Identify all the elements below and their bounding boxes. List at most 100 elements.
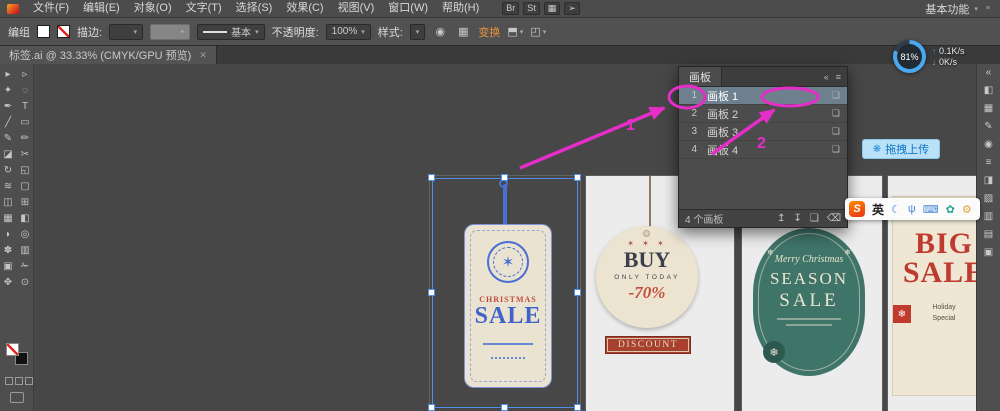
menu-item[interactable]: 对象(O) bbox=[127, 0, 179, 17]
fill-color-swatch[interactable] bbox=[37, 25, 50, 38]
skin-icon[interactable]: ✿ bbox=[946, 203, 955, 216]
artboard-tool[interactable]: ▣ bbox=[0, 258, 17, 274]
menu-item[interactable]: 选择(S) bbox=[229, 0, 280, 17]
artboards-panel-tab[interactable]: 画板 bbox=[679, 67, 722, 86]
artboard-page-icon[interactable]: ❏ bbox=[832, 144, 840, 155]
shape-builder-tool[interactable]: ◫ bbox=[0, 194, 17, 210]
selection-handle[interactable] bbox=[574, 404, 581, 411]
lasso-tool[interactable]: ◌ bbox=[17, 82, 34, 98]
keyboard-icon[interactable]: ⌨ bbox=[923, 203, 939, 216]
blend-tool[interactable]: ◎ bbox=[17, 226, 34, 242]
menu-item[interactable]: 文字(T) bbox=[179, 0, 229, 17]
artboard-row-name[interactable]: 画板 1 bbox=[707, 88, 832, 104]
pencil-tool[interactable]: ✏ bbox=[17, 130, 34, 146]
画板 4[interactable]: 4 画板 4 ❏ bbox=[679, 141, 847, 159]
collapse-panel-icon[interactable]: « bbox=[824, 72, 829, 82]
align-icon[interactable]: ⬒▾ bbox=[507, 24, 523, 40]
selection-handle[interactable] bbox=[501, 404, 508, 411]
zoom-tool[interactable]: ⊙ bbox=[17, 274, 34, 290]
sogou-logo-icon[interactable]: S bbox=[849, 201, 865, 217]
eraser-tool[interactable]: ◪ bbox=[0, 146, 17, 162]
artboard-page-icon[interactable]: ❏ bbox=[832, 126, 840, 137]
stroke-width-dropdown[interactable]: ▾ bbox=[109, 24, 143, 40]
direct-selection-tool[interactable]: ▹ bbox=[17, 66, 34, 82]
style-dropdown[interactable]: ▾ bbox=[410, 24, 426, 40]
artboards-panel-icon[interactable]: ▣ bbox=[984, 247, 993, 258]
scale-tool[interactable]: ◱ bbox=[17, 162, 34, 178]
画板 2[interactable]: 2 画板 2 ❏ bbox=[679, 105, 847, 123]
selection-handle[interactable] bbox=[428, 289, 435, 296]
rotate-tool[interactable]: ↻ bbox=[0, 162, 17, 178]
tag2-discount-ribbon[interactable]: DISCOUNT bbox=[605, 336, 691, 354]
scissors-tool[interactable]: ✂ bbox=[17, 146, 34, 162]
share-icon[interactable]: ➢ bbox=[564, 2, 580, 15]
brush-definition-dropdown[interactable]: 基本 ▾ bbox=[197, 24, 265, 40]
line-segment-tool[interactable]: ╱ bbox=[0, 114, 17, 130]
arrange-documents-icon[interactable]: ▦ bbox=[544, 2, 561, 15]
variable-width-dropdown[interactable]: ▾ bbox=[150, 24, 190, 40]
selection-handle[interactable] bbox=[574, 289, 581, 296]
color-panel-icon[interactable]: ◧ bbox=[984, 85, 993, 96]
width-tool[interactable]: ≋ bbox=[0, 178, 17, 194]
none-button[interactable] bbox=[25, 377, 33, 385]
layers-panel-icon[interactable]: ▤ bbox=[984, 229, 993, 240]
stroke-color-swatch[interactable] bbox=[57, 25, 70, 38]
column-graph-tool[interactable]: ▥ bbox=[17, 242, 34, 258]
stock-button[interactable]: St bbox=[523, 2, 540, 15]
collapse-panels-icon[interactable]: « bbox=[986, 67, 992, 78]
artboard-row-name[interactable]: 画板 2 bbox=[707, 106, 832, 122]
selection-handle[interactable] bbox=[428, 174, 435, 181]
symbols-panel-icon[interactable]: ◉ bbox=[984, 139, 993, 150]
画板 3[interactable]: 3 画板 3 ❏ bbox=[679, 123, 847, 141]
gradient-panel-icon[interactable]: ◨ bbox=[984, 175, 993, 186]
artboard-page-icon[interactable]: ❏ bbox=[832, 108, 840, 119]
mic-icon[interactable]: ψ bbox=[908, 203, 916, 215]
recolor-artwork-icon[interactable]: ◉ bbox=[432, 24, 448, 40]
magic-wand-tool[interactable]: ✦ bbox=[0, 82, 17, 98]
toolbox-icon[interactable]: ⚙ bbox=[962, 203, 972, 216]
mesh-tool[interactable]: ▦ bbox=[0, 210, 17, 226]
artboard-row-name[interactable]: 画板 3 bbox=[707, 124, 832, 140]
isolate-icon[interactable]: ◰▾ bbox=[530, 24, 546, 40]
panel-menu-icon[interactable]: ≡ bbox=[986, 5, 990, 12]
menu-item[interactable]: 效果(C) bbox=[279, 0, 330, 17]
delete-artboard-icon[interactable]: ⌫ bbox=[827, 213, 841, 224]
menu-item[interactable]: 文件(F) bbox=[26, 0, 76, 17]
artboard-page-icon[interactable]: ❏ bbox=[832, 90, 840, 101]
pen-tool[interactable]: ✒ bbox=[0, 98, 17, 114]
type-tool[interactable]: T bbox=[17, 98, 34, 114]
gradient-button[interactable] bbox=[15, 377, 23, 385]
画板 1[interactable]: 1 画板 1 ❏ bbox=[679, 87, 847, 105]
selection-handle[interactable] bbox=[574, 174, 581, 181]
document-tab[interactable]: 标签.ai @ 33.33% (CMYK/GPU 预览) ✕ bbox=[0, 46, 217, 64]
close-icon[interactable]: ✕ bbox=[199, 50, 207, 61]
night-mode-icon[interactable]: ☾ bbox=[891, 203, 901, 216]
gradient-tool[interactable]: ◧ bbox=[17, 210, 34, 226]
swatches-panel-icon[interactable]: ▦ bbox=[984, 103, 993, 114]
tag3-artwork[interactable]: ❄ ❄ Merry Christmas SEASON SALE ❄ bbox=[753, 228, 865, 376]
transparency-panel-icon[interactable]: ▨ bbox=[984, 193, 993, 204]
move-up-icon[interactable]: ↥ bbox=[777, 213, 785, 224]
fill-stroke-swatches[interactable] bbox=[6, 343, 28, 365]
opacity-dropdown[interactable]: 100% ▾ bbox=[326, 24, 371, 40]
perspective-grid-tool[interactable]: ⊞ bbox=[17, 194, 34, 210]
menu-item[interactable]: 窗口(W) bbox=[381, 0, 435, 17]
menu-item[interactable]: 视图(V) bbox=[331, 0, 382, 17]
workspace-switcher[interactable]: 基本功能 ▾ bbox=[925, 1, 978, 17]
document-setup-icon[interactable]: ▦ bbox=[455, 24, 471, 40]
rectangle-tool[interactable]: ▭ bbox=[17, 114, 34, 130]
hand-tool[interactable]: ✥ bbox=[0, 274, 17, 290]
fill-swatch[interactable] bbox=[6, 343, 19, 356]
stroke-panel-icon[interactable]: ≡ bbox=[986, 157, 992, 168]
ime-language-toggle[interactable]: 英 bbox=[872, 201, 884, 218]
bridge-button[interactable]: Br bbox=[502, 2, 519, 15]
paintbrush-tool[interactable]: ✎ bbox=[0, 130, 17, 146]
tag2-artwork[interactable]: ✶ ✶ ✶ BUY ONLY TODAY -70% bbox=[596, 226, 698, 328]
slice-tool[interactable]: ✁ bbox=[17, 258, 34, 274]
color-button[interactable] bbox=[5, 377, 13, 385]
selection-handle[interactable] bbox=[428, 404, 435, 411]
brushes-panel-icon[interactable]: ✎ bbox=[984, 121, 992, 132]
free-transform-tool[interactable]: ▢ bbox=[17, 178, 34, 194]
drag-upload-button[interactable]: ❋ 拖拽上传 bbox=[862, 139, 940, 159]
selection-handle[interactable] bbox=[501, 174, 508, 181]
